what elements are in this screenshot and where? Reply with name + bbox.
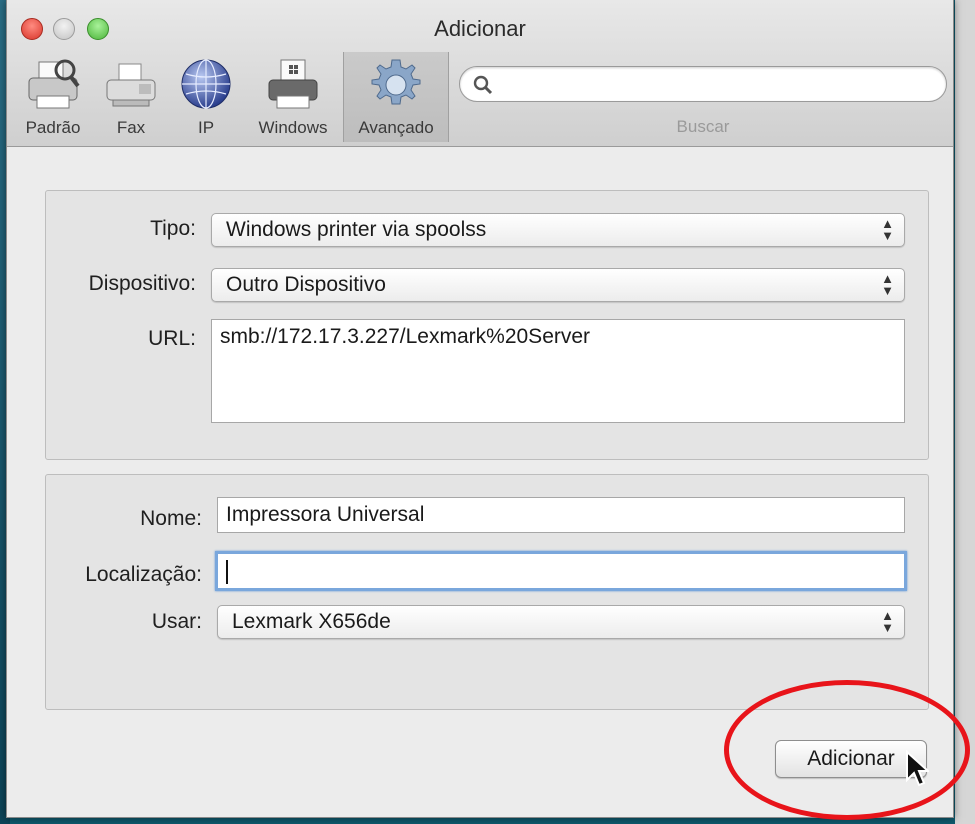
search-field[interactable] xyxy=(459,66,947,102)
tipo-value: Windows printer via spoolss xyxy=(226,218,487,241)
tab-windows[interactable]: Windows xyxy=(247,52,339,142)
nome-label: Nome: xyxy=(140,507,202,530)
fax-icon xyxy=(103,56,159,117)
nome-field[interactable]: Impressora Universal xyxy=(217,497,905,533)
url-field[interactable]: smb://172.17.3.227/Lexmark%20Server xyxy=(211,319,905,423)
text-caret xyxy=(226,560,228,584)
printer-info-panel: Nome: Impressora Universal Localização: … xyxy=(45,474,929,710)
usar-label: Usar: xyxy=(151,610,202,633)
globe-icon xyxy=(178,56,234,117)
localizacao-field[interactable] xyxy=(215,551,907,591)
gear-icon xyxy=(367,56,425,119)
popup-arrows-icon: ▲ ▼ xyxy=(881,216,894,243)
window-title: Adicionar xyxy=(434,16,526,41)
dispositivo-popup[interactable]: Outro Dispositivo ▲ ▼ xyxy=(211,268,905,302)
search-input[interactable] xyxy=(500,71,934,99)
background-window-edge xyxy=(955,0,975,824)
mouse-cursor-icon xyxy=(905,749,931,795)
tab-padrao[interactable]: Padrão xyxy=(11,52,95,142)
usar-value: Lexmark X656de xyxy=(232,610,391,633)
tab-label: Avançado xyxy=(358,118,434,137)
tab-ip[interactable]: IP xyxy=(171,52,241,142)
tab-label: Windows xyxy=(258,118,328,137)
tab-label: Fax xyxy=(116,118,146,137)
search-label: Buscar xyxy=(676,117,730,136)
url-value: smb://172.17.3.227/Lexmark%20Server xyxy=(220,325,591,348)
tab-fax[interactable]: Fax xyxy=(99,52,163,142)
tab-label: Padrão xyxy=(25,118,81,137)
annotation-circle xyxy=(724,680,970,820)
dispositivo-value: Outro Dispositivo xyxy=(226,273,386,296)
usar-popup[interactable]: Lexmark X656de ▲ ▼ xyxy=(217,605,905,639)
url-label: URL: xyxy=(148,327,196,350)
windows-printer-icon xyxy=(265,56,321,117)
popup-arrows-icon: ▲ ▼ xyxy=(881,271,894,298)
connection-panel: Tipo: Windows printer via spoolss ▲ ▼ Dis… xyxy=(45,190,929,460)
printer-magnifier-icon xyxy=(25,56,81,117)
tipo-label: Tipo: xyxy=(150,217,196,240)
localizacao-label: Localização: xyxy=(85,563,202,586)
dispositivo-label: Dispositivo: xyxy=(88,272,196,295)
tab-avancado[interactable]: Avançado xyxy=(343,52,449,142)
tipo-popup[interactable]: Windows printer via spoolss ▲ ▼ xyxy=(211,213,905,247)
nome-value: Impressora Universal xyxy=(226,503,425,526)
search-icon xyxy=(472,74,494,101)
tab-label: IP xyxy=(197,118,215,137)
popup-arrows-icon: ▲ ▼ xyxy=(881,608,894,635)
toolbar: Adicionar Padrão Fax IP Windows Avançado… xyxy=(7,0,953,147)
